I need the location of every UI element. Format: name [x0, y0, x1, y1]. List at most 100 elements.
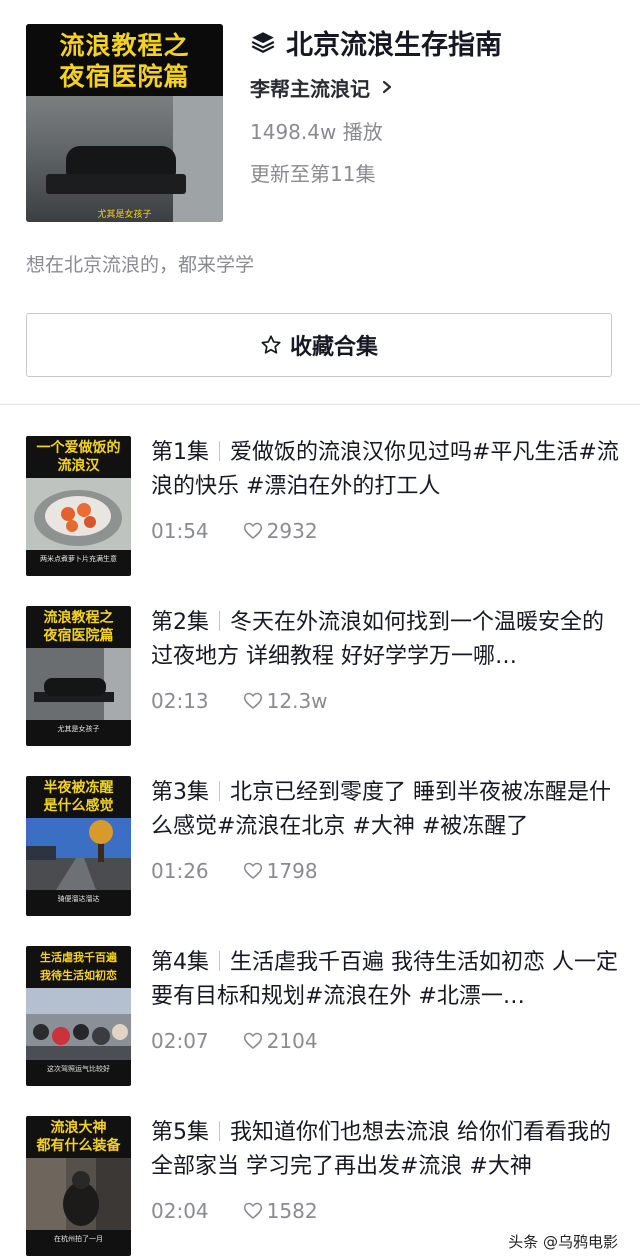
thumbnail-title: 流浪大神 都有什么装备: [26, 1119, 131, 1155]
heart-icon: [243, 862, 262, 879]
chevron-right-icon: [382, 80, 392, 94]
episode-item-3[interactable]: 半夜被冻醒 是什么感觉 骑便溜达溜达 第3集 北京已经到零度了 睡到半夜被冻醒是什…: [0, 776, 640, 916]
heart-icon: [243, 1202, 262, 1219]
separator: [219, 781, 220, 801]
cover-photo-bench: [46, 174, 186, 194]
thumbnail-title-line2: 都有什么装备: [36, 1138, 121, 1154]
heart-icon: [243, 692, 262, 709]
episode-title-row: 第2集 冬天在外流浪如何找到一个温暖安全的过夜地方 详细教程 好好学学万一哪…: [151, 606, 621, 674]
episode-title-row: 第5集 我知道你们也想去流浪 给你们看看我的全部家当 学习完了再出发#流浪 #大神: [151, 1116, 621, 1184]
thumbnail-caption: 在杭州拍了一月: [54, 1235, 103, 1243]
favorite-label: 收藏合集: [289, 335, 378, 360]
cover-title-line1: 流浪教程之: [59, 31, 190, 60]
episode-number: 第4集: [151, 950, 209, 975]
collection-header: 流浪教程之 夜宿医院篇 尤其是女孩子 北京流浪生存指南 李帮主流浪记 1498.…: [0, 0, 640, 300]
episode-meta: 01:54 2932: [151, 516, 621, 546]
collection-cover[interactable]: 流浪教程之 夜宿医院篇 尤其是女孩子: [26, 24, 223, 222]
episode-number: 第5集: [151, 1120, 209, 1145]
episode-thumbnail: 生活虐我千百遍 我待生活如初恋 这次驾照运气比较好: [26, 946, 131, 1086]
star-icon: [261, 335, 281, 354]
thumbnail-caption: 两米点煮萝卜片充满生意: [40, 555, 117, 563]
watermark: 头条 @乌鸦电影: [508, 1231, 618, 1252]
episode-likes: 2104: [266, 1029, 318, 1053]
episode-thumbnail: 流浪教程之 夜宿医院篇 尤其是女孩子: [26, 606, 131, 746]
episode-number: 第1集: [151, 440, 209, 465]
episode-title: 北京已经到零度了 睡到半夜被冻醒是什么感觉#流浪在北京 #大神 #被冻醒了: [151, 780, 611, 839]
collection-title: 北京流浪生存指南: [286, 29, 502, 61]
episode-item-1[interactable]: 一个爱做饭的 流浪汉 两米点煮萝卜片充满生意 第1集 爱做饭的流浪汉你见过吗#平凡…: [0, 436, 640, 576]
update-status: 更新至第11集: [250, 162, 376, 186]
episode-title: 生活虐我千百遍 我待生活如初恋 人一定要有目标和规划#流浪在外 #北漂一…: [151, 950, 618, 1009]
author-name: 李帮主流浪记: [250, 76, 370, 101]
thumbnail-title-line2: 流浪汉: [57, 458, 100, 474]
cover-caption: 尤其是女孩子: [97, 210, 152, 220]
thumbnail-title-line1: 流浪大神: [50, 1120, 107, 1136]
episode-meta: 02:04 1582: [151, 1196, 621, 1226]
episode-meta: 02:13 12.3w: [151, 686, 621, 716]
episode-item-2[interactable]: 流浪教程之 夜宿医院篇 尤其是女孩子 第2集 冬天在外流浪如何找到一个温暖安全的过…: [0, 606, 640, 746]
thumbnail-title-line2: 我待生活如初恋: [40, 969, 117, 982]
heart-icon: [243, 1032, 262, 1049]
separator: [219, 951, 220, 971]
separator: [219, 611, 220, 631]
thumbnail-title-line1: 生活虐我千百遍: [40, 951, 117, 964]
cover-photo-wall: [173, 96, 223, 222]
episode-likes: 1798: [266, 859, 318, 883]
favorite-collection-button[interactable]: 收藏合集: [26, 313, 612, 377]
thumbnail-caption: 尤其是女孩子: [57, 725, 100, 733]
thumbnail-image: [26, 818, 131, 890]
play-count: 1498.4w 播放: [250, 120, 383, 144]
episode-meta: 02:07 2104: [151, 1026, 621, 1056]
thumbnail-image: [26, 478, 131, 550]
episode-text: 第3集 北京已经到零度了 睡到半夜被冻醒是什么感觉#流浪在北京 #大神 #被冻醒了…: [151, 776, 621, 886]
heart-icon: [243, 522, 262, 539]
thumbnail-image: [26, 1158, 131, 1230]
section-divider: [0, 404, 640, 405]
thumbnail-title: 生活虐我千百遍 我待生活如初恋: [26, 949, 131, 985]
separator: [219, 441, 220, 461]
episode-thumbnail: 流浪大神 都有什么装备 在杭州拍了一月: [26, 1116, 131, 1256]
episode-duration: 01:26: [151, 859, 209, 883]
thumbnail-title-line1: 流浪教程之: [43, 610, 114, 626]
thumbnail-title-line1: 半夜被冻醒: [43, 780, 114, 796]
collection-title-row: 北京流浪生存指南: [250, 24, 630, 61]
thumbnail-image: [26, 988, 131, 1060]
episode-meta: 01:26 1798: [151, 856, 621, 886]
episode-item-4[interactable]: 生活虐我千百遍 我待生活如初恋 这次驾照运气比较好 第4集 生活虐我千百遍 我待生…: [0, 946, 640, 1086]
episode-text: 第2集 冬天在外流浪如何找到一个温暖安全的过夜地方 详细教程 好好学学万一哪… 0…: [151, 606, 621, 716]
episode-number: 第2集: [151, 610, 209, 635]
episode-likes: 2932: [266, 519, 318, 543]
episode-text: 第5集 我知道你们也想去流浪 给你们看看我的全部家当 学习完了再出发#流浪 #大神…: [151, 1116, 621, 1226]
collection-info: 北京流浪生存指南 李帮主流浪记 1498.4w 播放 更新至第11集: [250, 24, 630, 188]
episode-duration: 02:04: [151, 1199, 209, 1223]
episode-likes: 12.3w: [266, 689, 328, 713]
episode-title: 我知道你们也想去流浪 给你们看看我的全部家当 学习完了再出发#流浪 #大神: [151, 1120, 611, 1179]
thumbnail-caption: 这次驾照运气比较好: [47, 1065, 110, 1073]
thumbnail-caption: 骑便溜达溜达: [57, 895, 100, 903]
episode-title-row: 第3集 北京已经到零度了 睡到半夜被冻醒是什么感觉#流浪在北京 #大神 #被冻醒了: [151, 776, 621, 844]
thumbnail-title-line2: 是什么感觉: [43, 798, 114, 814]
layers-icon: [251, 32, 275, 53]
episode-duration: 02:07: [151, 1029, 209, 1053]
episode-title-row: 第1集 爱做饭的流浪汉你见过吗#平凡生活#流浪的快乐 #漂泊在外的打工人: [151, 436, 621, 504]
author-link[interactable]: 李帮主流浪记: [250, 72, 630, 102]
episode-text: 第4集 生活虐我千百遍 我待生活如初恋 人一定要有目标和规划#流浪在外 #北漂一……: [151, 946, 621, 1056]
thumbnail-title: 半夜被冻醒 是什么感觉: [26, 779, 131, 815]
episode-thumbnail: 一个爱做饭的 流浪汉 两米点煮萝卜片充满生意: [26, 436, 131, 576]
episode-number: 第3集: [151, 780, 209, 805]
thumbnail-title: 一个爱做饭的 流浪汉: [26, 439, 131, 475]
episode-duration: 02:13: [151, 689, 209, 713]
thumbnail-title-line2: 夜宿医院篇: [43, 628, 114, 644]
episode-text: 第1集 爱做饭的流浪汉你见过吗#平凡生活#流浪的快乐 #漂泊在外的打工人 01:5…: [151, 436, 621, 546]
separator: [219, 1121, 220, 1141]
episode-title: 爱做饭的流浪汉你见过吗#平凡生活#流浪的快乐 #漂泊在外的打工人: [151, 440, 619, 499]
thumbnail-title-line1: 一个爱做饭的: [36, 440, 121, 456]
cover-title: 流浪教程之 夜宿医院篇: [26, 30, 223, 92]
episode-title-row: 第4集 生活虐我千百遍 我待生活如初恋 人一定要有目标和规划#流浪在外 #北漂一…: [151, 946, 621, 1014]
collection-description: 想在北京流浪的，都来学学: [26, 254, 255, 276]
thumbnail-title: 流浪教程之 夜宿医院篇: [26, 609, 131, 645]
episode-duration: 01:54: [151, 519, 209, 543]
cover-title-line2: 夜宿医院篇: [59, 62, 190, 91]
thumbnail-image: [26, 648, 131, 720]
episode-likes: 1582: [266, 1199, 318, 1223]
